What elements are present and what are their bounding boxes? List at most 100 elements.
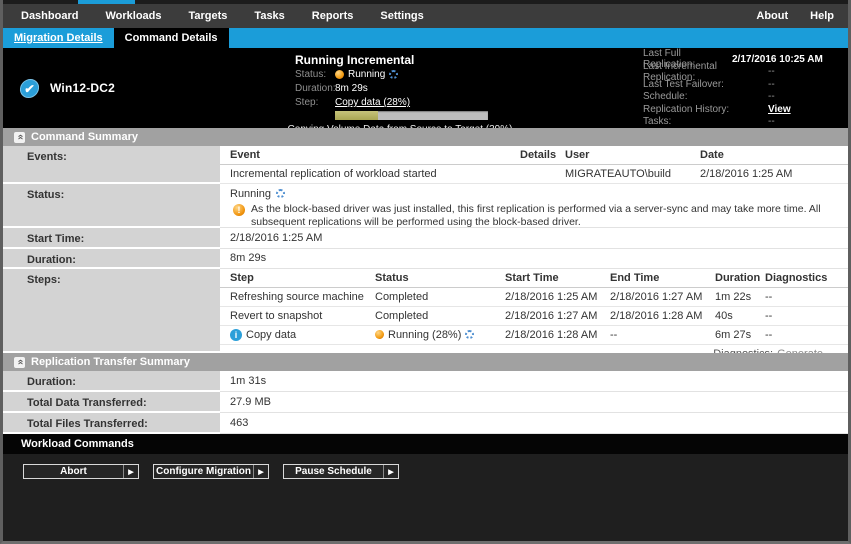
command-summary-header: « Command Summary xyxy=(3,128,848,146)
transfer-duration-row: Duration: 1m 31s xyxy=(3,371,848,392)
configure-migration-button[interactable]: Configure Migration ▶ xyxy=(153,464,269,479)
nav-item-targets[interactable]: Targets xyxy=(189,10,228,22)
step-diagnostics: -- xyxy=(765,325,848,344)
events-table-header: Event Details User Date xyxy=(220,146,848,164)
total-files-label: Total Files Transferred: xyxy=(3,413,220,434)
pause-schedule-button[interactable]: Pause Schedule ▶ xyxy=(283,464,399,479)
total-files-value: 463 xyxy=(220,413,848,433)
transfer-duration-content: 1m 31s xyxy=(220,371,848,392)
steps-col-diagnostics: Diagnostics xyxy=(765,269,848,287)
step-name: Refreshing source machine xyxy=(220,287,375,306)
workload-check-icon: ✔ xyxy=(19,79,40,98)
nav-item-dashboard[interactable]: Dashboard xyxy=(21,10,78,22)
tab-migration-details-label: Migration Details xyxy=(14,32,103,44)
header-duration-value: 8m 29s xyxy=(335,83,368,94)
transfer-duration-label: Duration: xyxy=(3,371,220,392)
steps-table: Step Status Start Time End Time Duration… xyxy=(220,269,848,345)
total-data-content: 27.9 MB xyxy=(220,392,848,413)
step-status: Running (28%) xyxy=(375,325,505,344)
nav-top-strip xyxy=(3,0,848,4)
transfer-summary-title: Replication Transfer Summary xyxy=(31,356,190,368)
step-row-copy-data: i Copy data Running (28%) 2/18/2016 1:28… xyxy=(220,325,848,344)
start-time-value: 2/18/2016 1:25 AM xyxy=(220,228,848,248)
collapse-transfer-summary-icon[interactable]: « xyxy=(14,357,25,368)
total-data-label: Total Data Transferred: xyxy=(3,392,220,413)
info-row-last-incremental: Last Incremental Replication: -- xyxy=(643,66,840,79)
status-running-dot-icon xyxy=(335,70,344,79)
command-summary-title: Command Summary xyxy=(31,131,138,143)
nav-item-settings[interactable]: Settings xyxy=(380,10,423,22)
tab-command-details-label: Command Details xyxy=(125,32,218,44)
header-step-link[interactable]: Copy data (28%) xyxy=(335,97,410,108)
events-table: Event Details User Date Incremental repl… xyxy=(220,146,848,184)
status-content-spinner-icon xyxy=(276,189,285,198)
steps-label: Steps: xyxy=(3,269,220,353)
nav-item-help[interactable]: Help xyxy=(810,10,834,22)
steps-col-end: End Time xyxy=(610,269,715,287)
step-row-revert: Revert to snapshot Completed 2/18/2016 1… xyxy=(220,306,848,325)
schedule-value: -- xyxy=(768,91,840,102)
info-row-tasks: Tasks: -- xyxy=(643,116,840,129)
info-icon: i xyxy=(230,329,242,341)
warning-icon: ! xyxy=(233,204,245,216)
workload-identity: ✔ Win12-DC2 xyxy=(3,48,295,128)
step-duration: 40s xyxy=(715,306,765,325)
events-label: Events: xyxy=(3,146,220,184)
steps-content: Step Status Start Time End Time Duration… xyxy=(220,269,848,353)
total-files-row: Total Files Transferred: 463 xyxy=(3,413,848,434)
last-incremental-value: -- xyxy=(768,66,840,77)
nav-item-workloads[interactable]: Workloads xyxy=(105,10,161,22)
copy-progress-bar xyxy=(335,111,488,120)
schedule-label: Schedule: xyxy=(643,91,768,102)
main-navbar: Dashboard Workloads Targets Tasks Report… xyxy=(3,4,848,28)
workload-commands-header: Workload Commands xyxy=(3,434,848,454)
step-name: Revert to snapshot xyxy=(220,306,375,325)
steps-table-header: Step Status Start Time End Time Duration… xyxy=(220,269,848,287)
step-diagnostics: -- xyxy=(765,306,848,325)
nav-right-group: About Help xyxy=(734,10,834,22)
tab-command-details[interactable]: Command Details xyxy=(114,28,229,48)
nav-left-group: Dashboard Workloads Targets Tasks Report… xyxy=(21,10,451,22)
step-start: 2/18/2016 1:27 AM xyxy=(505,306,610,325)
nav-item-about[interactable]: About xyxy=(756,10,788,22)
transfer-duration-value: 1m 31s xyxy=(220,371,848,391)
driver-note-text: As the block-based driver was just insta… xyxy=(251,203,838,229)
abort-menu-arrow-icon: ▶ xyxy=(123,465,138,478)
steps-col-step: Step xyxy=(220,269,375,287)
status-value: Running xyxy=(230,188,271,200)
steps-col-start: Start Time xyxy=(505,269,610,287)
tab-migration-details[interactable]: Migration Details xyxy=(3,28,114,48)
workload-commands-title: Workload Commands xyxy=(21,438,134,450)
step-start: 2/18/2016 1:28 AM xyxy=(505,325,610,344)
events-content: Event Details User Date Incremental repl… xyxy=(220,146,848,184)
total-files-content: 463 xyxy=(220,413,848,434)
last-test-failover-value: -- xyxy=(768,79,840,90)
configure-migration-menu-arrow-icon: ▶ xyxy=(253,465,268,478)
info-row-schedule: Schedule: -- xyxy=(643,91,840,104)
start-time-label: Start Time: xyxy=(3,228,220,249)
abort-button[interactable]: Abort ▶ xyxy=(23,464,139,479)
nav-item-reports[interactable]: Reports xyxy=(312,10,354,22)
event-details xyxy=(520,164,565,183)
nav-item-tasks[interactable]: Tasks xyxy=(254,10,284,22)
header-duration-label: Duration: xyxy=(295,83,335,94)
replication-history-view-link[interactable]: View xyxy=(768,104,840,115)
duration-label: Duration: xyxy=(3,249,220,269)
header-duration-row: Duration: 8m 29s xyxy=(295,82,640,95)
duration-content: 8m 29s xyxy=(220,249,848,269)
workload-name: Win12-DC2 xyxy=(50,81,115,95)
collapse-command-summary-icon[interactable]: « xyxy=(14,132,25,143)
app-window: Dashboard Workloads Targets Tasks Report… xyxy=(0,0,851,544)
event-row: Incremental replication of workload star… xyxy=(220,164,848,183)
detail-tabbar: Migration Details Command Details xyxy=(3,28,848,48)
copy-progress-fill xyxy=(335,111,378,120)
status-label: Status: xyxy=(3,184,220,228)
events-row: Events: Event Details User Date Incremen… xyxy=(3,146,848,184)
transfer-summary-header: « Replication Transfer Summary xyxy=(3,353,848,371)
step-status: Completed xyxy=(375,287,505,306)
info-row-replication-history: Replication History: View xyxy=(643,103,840,116)
step-running-dot-icon xyxy=(375,330,384,339)
header-status-value: Running xyxy=(348,69,385,80)
start-time-content: 2/18/2016 1:25 AM xyxy=(220,228,848,249)
header-status-row: Status: Running xyxy=(295,68,640,81)
